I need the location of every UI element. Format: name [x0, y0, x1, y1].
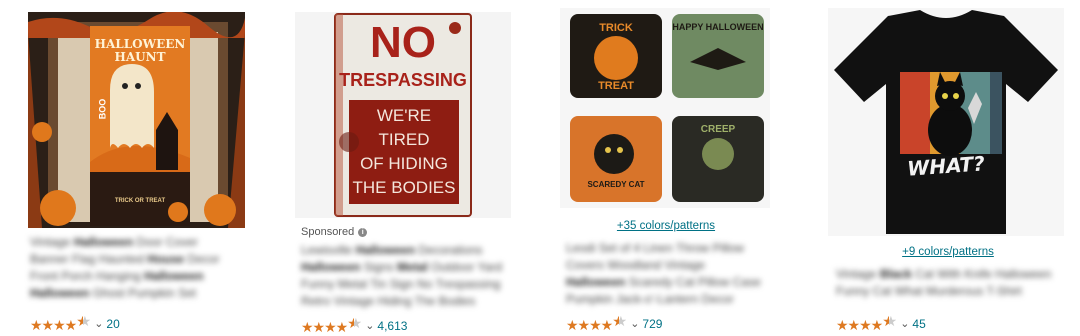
star-rating-icon: ★★★★★★: [301, 315, 362, 335]
sign-line-2: TIRED: [378, 130, 430, 149]
rating-count[interactable]: 4,613: [377, 319, 407, 333]
sign-line-3: OF HIDING: [360, 154, 448, 173]
sign-line-4: THE BODIES: [352, 178, 456, 197]
pillow-1-top-text: TRICK: [599, 22, 633, 34]
chevron-down-icon: ⌄: [630, 318, 640, 330]
product-image-metal-sign[interactable]: NO TRESPASSING WE'RE TIRED OF HIDING THE…: [295, 12, 511, 218]
banner-bottom-text: TRICK OR TREAT: [114, 198, 166, 204]
rating-count[interactable]: 729: [642, 317, 662, 331]
star-rating-icon: ★★★★★★: [566, 313, 627, 333]
pillow-3-text: SCAREDY CAT: [587, 180, 645, 189]
chevron-down-icon: ⌄: [900, 318, 910, 330]
product-title[interactable]: Lewisville Halloween Decorations Hallowe…: [301, 242, 507, 310]
product-title[interactable]: Leodi Set of 4 Linen Throw Pillow Covers…: [566, 240, 766, 308]
pillow-4-text: CREEP: [700, 124, 736, 135]
rating-row[interactable]: ★★★★★★ ⌄ 4,613: [301, 315, 407, 336]
star-rating-icon: ★★★★★★: [30, 313, 91, 333]
star-rating-icon: ★★★★★★: [836, 313, 897, 333]
chevron-down-icon: ⌄: [94, 318, 104, 330]
product-title[interactable]: Vintage Black Cat With Knife Halloween F…: [836, 266, 1060, 300]
pillow-2-text: HAPPY HALLOWEEN: [672, 22, 764, 32]
more-colors-link[interactable]: +35 colors/patterns: [560, 220, 772, 232]
more-colors-link[interactable]: +9 colors/patterns: [828, 246, 1068, 258]
rating-count[interactable]: 45: [912, 317, 925, 331]
info-icon[interactable]: i: [358, 227, 368, 237]
rating-row[interactable]: ★★★★★★ ⌄ 20: [30, 313, 120, 334]
rating-row[interactable]: ★★★★★★ ⌄ 45: [836, 313, 926, 334]
sign-trespassing-text: TRESPASSING: [339, 70, 467, 90]
banner-title-text: HALLOWEEN HAUNT: [94, 37, 186, 64]
sign-no-text: NO: [370, 18, 436, 67]
sponsored-label[interactable]: Sponsored i: [301, 226, 368, 238]
banner-boo-text: BOO: [97, 98, 108, 120]
rating-row[interactable]: ★★★★★★ ⌄ 729: [566, 313, 662, 334]
product-image-pillow-covers[interactable]: TRICK TREAT HAPPY HALLOWEEN SCAREDY CAT …: [560, 8, 770, 208]
product-image-tshirt[interactable]: WHAT?: [828, 8, 1064, 236]
product-image-halloween-flag[interactable]: HALLOWEEN HAUNT BOO TRICK OR TREAT: [28, 12, 245, 228]
sign-line-1: WE'RE: [376, 106, 432, 125]
chevron-down-icon: ⌄: [365, 320, 375, 332]
rating-count[interactable]: 20: [106, 317, 119, 331]
pillow-1-bottom-text: TREAT: [598, 80, 634, 92]
product-title[interactable]: Vintage Halloween Door Cover Banner Flag…: [30, 234, 240, 302]
